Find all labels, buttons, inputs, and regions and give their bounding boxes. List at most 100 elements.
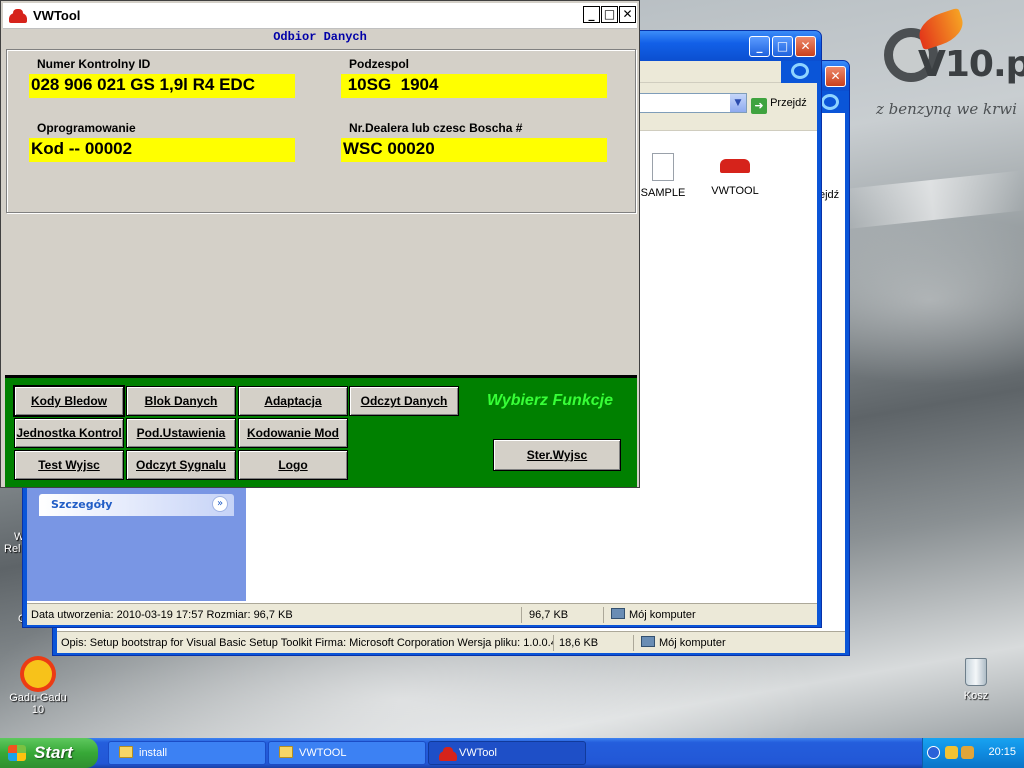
details-section[interactable]: Szczegóły »	[39, 494, 234, 516]
warning-icon[interactable]	[945, 746, 958, 759]
taskbar-item-label: install	[139, 747, 168, 759]
chevron-down-icon[interactable]: ▼	[730, 94, 746, 112]
dealer-label: Nr.Dealera lub czesc Boscha #	[349, 121, 523, 135]
car-icon	[720, 159, 750, 173]
chevron-left-icon[interactable]	[927, 746, 940, 759]
computer-icon	[611, 608, 625, 619]
status-location-label: Mój komputer	[629, 609, 696, 621]
wallpaper-highlight	[838, 170, 1024, 230]
arrow-right-icon: ➜	[751, 98, 767, 114]
address-input[interactable]: ▼	[631, 93, 747, 113]
test-wyjsc-button[interactable]: Test Wyjsc	[14, 450, 124, 480]
computer-icon	[641, 636, 655, 647]
button-label: Odczyt Danych	[360, 394, 448, 408]
button-label: Test Wyjsc	[38, 458, 100, 472]
dealer-field: WSC 00020	[341, 138, 607, 162]
chevron-down-icon[interactable]: »	[212, 496, 228, 512]
status-description: Opis: Setup bootstrap for Visual Basic S…	[61, 637, 553, 649]
folder-icon	[279, 746, 293, 758]
button-label: Ster.Wyjsc	[526, 448, 588, 462]
maximize-button[interactable]: □	[601, 6, 618, 23]
desktop-icon-label: Kosz	[963, 690, 989, 702]
podzespol-label: Podzespol	[349, 57, 410, 71]
data-panel: Numer Kontrolny ID 028 906 021 GS 1,9l R…	[6, 49, 636, 213]
button-label: Adaptacja	[264, 394, 322, 408]
minimize-button[interactable]: _	[749, 36, 770, 57]
gadu-gadu-icon	[24, 660, 52, 688]
status-location-label: Mój komputer	[659, 637, 726, 649]
button-label: Jednostka Kontrol	[16, 426, 122, 440]
adaptacja-button[interactable]: Adaptacja	[238, 386, 348, 416]
file-icon	[652, 153, 674, 181]
minimize-button[interactable]: _	[583, 6, 600, 23]
status-bar: Data utworzenia: 2010-03-19 17:57 Rozmia…	[27, 603, 817, 625]
file-name: VWTOOL	[711, 185, 759, 197]
go-button[interactable]: ➜ Przejdź	[751, 93, 815, 114]
folder-icon	[119, 746, 133, 758]
kodowanie-mod-button[interactable]: Kodowanie Mod	[238, 418, 348, 448]
logo-text: V10.pl	[918, 44, 1024, 85]
oprogramowanie-field: Kod -- 00002	[29, 138, 295, 162]
file-item[interactable]: VWTOOL	[705, 153, 765, 197]
odczyt-danych-button[interactable]: Odczyt Danych	[349, 386, 459, 416]
pod-ustawienia-button[interactable]: Pod.Ustawienia	[126, 418, 236, 448]
taskbar-item-vwtool-folder[interactable]: VWTOOL	[268, 741, 426, 765]
go-label: Przejdź	[770, 97, 807, 109]
close-button[interactable]: ✕	[619, 6, 636, 23]
button-label: Kody Bledow	[30, 394, 107, 408]
button-label: Odczyt Sygnalu	[135, 458, 227, 472]
recycle-bin-icon	[965, 658, 987, 686]
xp-logo-icon	[821, 94, 839, 110]
odczyt-sygnalu-button[interactable]: Odczyt Sygnalu	[126, 450, 236, 480]
button-label: Blok Danych	[144, 394, 218, 408]
status-separator	[633, 635, 634, 651]
clipped-go-label: ejdź	[819, 189, 840, 201]
desktop-icon-label: Gadu-Gadu 10	[9, 692, 67, 716]
ster-wyjsc-button[interactable]: Ster.Wyjsc	[493, 439, 621, 471]
status-bar: Opis: Setup bootstrap for Visual Basic S…	[57, 631, 845, 653]
button-label: Logo	[278, 458, 308, 472]
window-titlebar: VWTool _ □ ✕	[3, 3, 637, 29]
page-subtitle: Odbior Danych	[273, 30, 367, 44]
clock[interactable]: 20:15	[988, 746, 1016, 758]
file-item[interactable]: SAMPLE	[633, 153, 693, 199]
clipped-desktop-label: Rel	[4, 543, 21, 555]
podzespol-field: 10SG 1904	[341, 74, 607, 98]
start-label: Start	[34, 743, 73, 762]
window-title: VWTool	[33, 8, 81, 23]
status-separator	[553, 635, 554, 651]
xp-logo-icon	[791, 63, 809, 79]
logo-button[interactable]: Logo	[238, 450, 348, 480]
taskbar-item-vwtool-app[interactable]: VWTool	[428, 741, 586, 765]
network-icon[interactable]	[961, 746, 974, 759]
status-size: 96,7 KB	[529, 609, 569, 621]
system-tray: 20:15	[922, 738, 1024, 768]
logo-tagline: z benzyną we krwi	[876, 100, 1017, 118]
oprogramowanie-label: Oprogramowanie	[37, 121, 136, 135]
kody-bledow-button[interactable]: Kody Bledow	[14, 386, 124, 416]
status-location: Mój komputer	[637, 632, 837, 653]
car-icon	[439, 747, 457, 761]
windows-logo-icon	[8, 745, 26, 761]
jednostka-kontrol-button[interactable]: Jednostka Kontrol	[14, 418, 124, 448]
button-label: Kodowanie Mod	[247, 426, 339, 440]
desktop-icon-recycle-bin[interactable]: Kosz	[946, 658, 1006, 702]
brand-strip	[781, 61, 817, 83]
close-button[interactable]: ✕	[825, 66, 846, 87]
maximize-button[interactable]: □	[772, 36, 793, 57]
numer-kontrolny-label: Numer Kontrolny ID	[37, 57, 151, 71]
blok-danych-button[interactable]: Blok Danych	[126, 386, 236, 416]
taskbar: Start install VWTOOL VWTool 20:15	[0, 738, 1024, 768]
choose-function-label: Wybierz Funkcje	[487, 392, 613, 409]
desktop-icon-gadu-gadu[interactable]: Gadu-Gadu 10	[2, 660, 74, 716]
close-button[interactable]: ✕	[795, 36, 816, 57]
taskbar-item-label: VWTool	[459, 747, 497, 759]
start-button[interactable]: Start	[0, 738, 98, 768]
status-separator	[603, 607, 604, 623]
taskbar-item-install[interactable]: install	[108, 741, 266, 765]
status-location: Mój komputer	[607, 604, 807, 625]
status-separator	[521, 607, 522, 623]
status-info: Data utworzenia: 2010-03-19 17:57 Rozmia…	[31, 609, 293, 621]
button-label: Pod.Ustawienia	[136, 426, 226, 440]
v10-logo: V10.pl z benzyną we krwi	[872, 7, 1024, 123]
